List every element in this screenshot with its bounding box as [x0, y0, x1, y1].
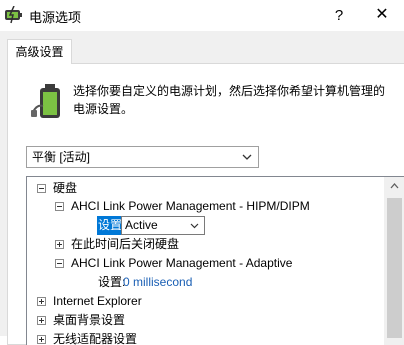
hipm-setting-dropdown[interactable]: Active	[121, 216, 205, 235]
scroll-thumb[interactable]	[387, 198, 402, 338]
window-title: 电源选项	[29, 10, 82, 25]
chevron-down-icon	[190, 223, 199, 229]
tab-advanced-settings[interactable]: 高级设置	[7, 39, 72, 64]
tree-item-label: AHCI Link Power Management - Adaptive	[71, 256, 293, 270]
tree-item-adaptive-setting[interactable]: 设置: 0 millisecond	[27, 273, 377, 292]
scroll-up-arrow-icon[interactable]	[390, 183, 399, 189]
power-plan-dropdown[interactable]: 平衡 [活动]	[26, 146, 259, 168]
dialog-body: 高级设置 选择你要自定义的电源计划，然后选择你希望计算机管理的电源设置。 平衡 …	[0, 31, 404, 345]
adaptive-setting-value[interactable]: 0 millisecond	[123, 273, 192, 292]
tree-item-hipm-setting[interactable]: 设置: Active	[27, 216, 377, 235]
expand-icon[interactable]	[55, 240, 64, 249]
tree-item-label: 桌面背景设置	[53, 313, 126, 327]
advanced-settings-panel: 选择你要自定义的电源计划，然后选择你希望计算机管理的电源设置。 平衡 [活动] …	[7, 63, 404, 345]
tree-item-label: Internet Explorer	[53, 294, 142, 308]
power-options-icon	[5, 6, 22, 24]
help-button[interactable]: ?	[322, 0, 356, 31]
expand-icon[interactable]	[37, 316, 46, 325]
tree-item-label: 在此时间后关闭硬盘	[71, 237, 180, 251]
tree-item-turn-off-disk[interactable]: 在此时间后关闭硬盘	[27, 235, 377, 254]
settings-tree[interactable]: 硬盘 AHCI Link Power Management - HIPM/DIP…	[26, 176, 404, 345]
tree-item-desktop-background[interactable]: 桌面背景设置	[27, 311, 377, 330]
vertical-scrollbar[interactable]	[384, 177, 404, 345]
battery-plug-icon	[31, 84, 60, 118]
tree-item-label: 无线适配器设置	[53, 332, 138, 345]
collapse-icon[interactable]	[55, 202, 64, 211]
close-button[interactable]: ✕	[360, 0, 404, 31]
tree-item-hipm-dipm[interactable]: AHCI Link Power Management - HIPM/DIPM	[27, 197, 377, 216]
intro-text: 选择你要自定义的电源计划，然后选择你希望计算机管理的电源设置。	[73, 84, 386, 116]
collapse-icon[interactable]	[37, 184, 46, 193]
tree-item-wireless-adapter[interactable]: 无线适配器设置	[27, 330, 377, 345]
collapse-icon[interactable]	[55, 259, 64, 268]
hipm-setting-value: Active	[125, 218, 158, 232]
tree-item-internet-explorer[interactable]: Internet Explorer	[27, 292, 377, 311]
tree-item-adaptive[interactable]: AHCI Link Power Management - Adaptive	[27, 254, 377, 273]
expand-icon[interactable]	[37, 335, 46, 344]
expand-icon[interactable]	[37, 297, 46, 306]
setting-label: 设置:	[98, 275, 126, 289]
chevron-down-icon	[242, 154, 252, 160]
tree-item-label: 硬盘	[53, 181, 78, 195]
title-bar: 电源选项 ? ✕	[0, 0, 404, 32]
tree-item-hard-disk[interactable]: 硬盘	[27, 179, 377, 198]
tree-item-label: AHCI Link Power Management - HIPM/DIPM	[71, 199, 310, 213]
power-plan-value: 平衡 [活动]	[32, 150, 91, 164]
